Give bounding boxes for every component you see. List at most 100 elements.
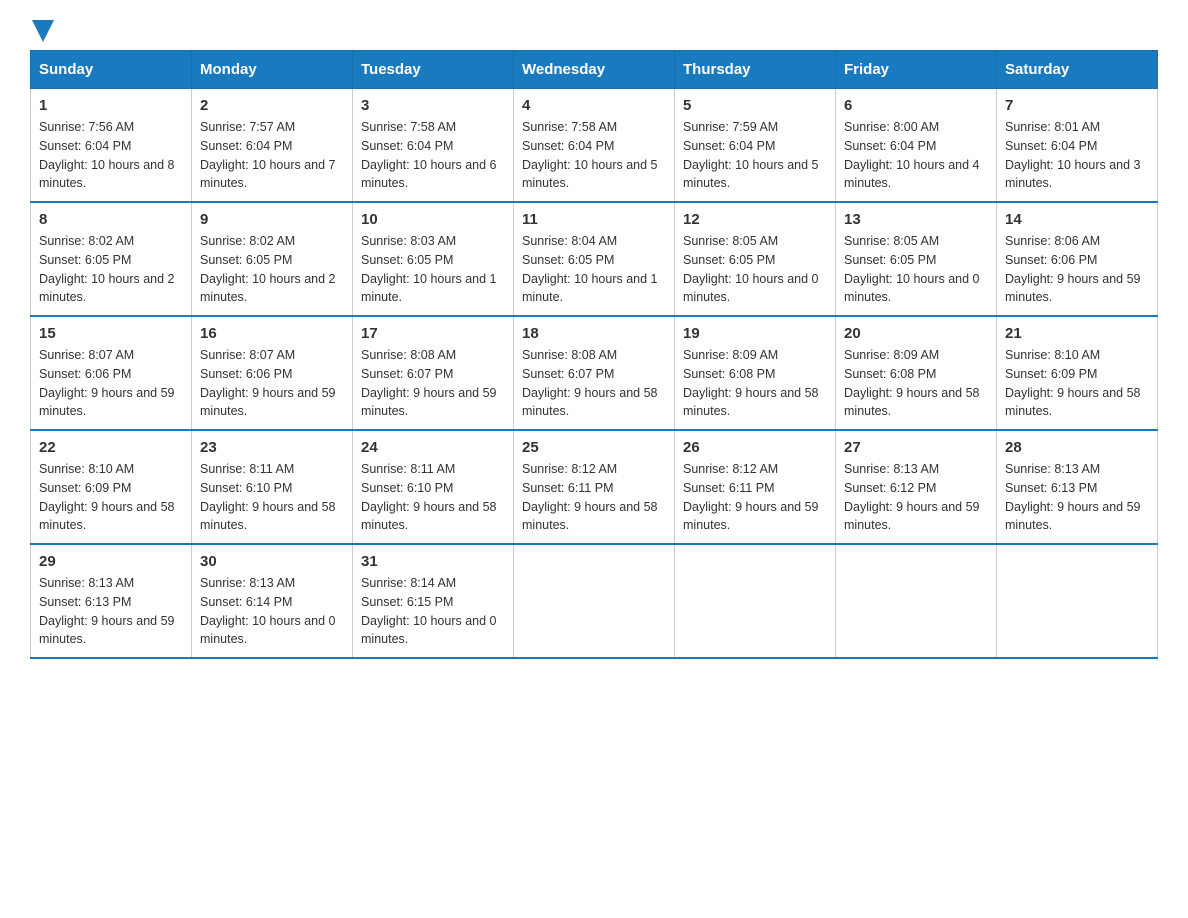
weekday-header-row: SundayMondayTuesdayWednesdayThursdayFrid… <box>31 51 1158 89</box>
day-info: Sunrise: 7:58 AMSunset: 6:04 PMDaylight:… <box>522 120 658 190</box>
day-info: Sunrise: 8:06 AMSunset: 6:06 PMDaylight:… <box>1005 234 1141 304</box>
day-info: Sunrise: 7:58 AMSunset: 6:04 PMDaylight:… <box>361 120 497 190</box>
weekday-header-friday: Friday <box>836 51 997 89</box>
day-number: 13 <box>844 211 988 228</box>
calendar-cell: 5 Sunrise: 7:59 AMSunset: 6:04 PMDayligh… <box>675 89 836 203</box>
calendar-cell: 26 Sunrise: 8:12 AMSunset: 6:11 PMDaylig… <box>675 430 836 544</box>
weekday-header-wednesday: Wednesday <box>514 51 675 89</box>
day-number: 10 <box>361 211 505 228</box>
calendar-cell: 3 Sunrise: 7:58 AMSunset: 6:04 PMDayligh… <box>353 89 514 203</box>
calendar-cell <box>836 544 997 658</box>
calendar-cell: 13 Sunrise: 8:05 AMSunset: 6:05 PMDaylig… <box>836 202 997 316</box>
calendar-cell: 22 Sunrise: 8:10 AMSunset: 6:09 PMDaylig… <box>31 430 192 544</box>
day-number: 8 <box>39 211 183 228</box>
day-info: Sunrise: 8:12 AMSunset: 6:11 PMDaylight:… <box>683 462 819 532</box>
calendar-cell: 11 Sunrise: 8:04 AMSunset: 6:05 PMDaylig… <box>514 202 675 316</box>
week-row-4: 22 Sunrise: 8:10 AMSunset: 6:09 PMDaylig… <box>31 430 1158 544</box>
calendar-cell: 2 Sunrise: 7:57 AMSunset: 6:04 PMDayligh… <box>192 89 353 203</box>
day-number: 28 <box>1005 439 1149 456</box>
day-number: 16 <box>200 325 344 342</box>
day-number: 4 <box>522 97 666 114</box>
calendar-cell: 24 Sunrise: 8:11 AMSunset: 6:10 PMDaylig… <box>353 430 514 544</box>
day-info: Sunrise: 8:10 AMSunset: 6:09 PMDaylight:… <box>39 462 175 532</box>
calendar-cell: 20 Sunrise: 8:09 AMSunset: 6:08 PMDaylig… <box>836 316 997 430</box>
calendar-cell: 27 Sunrise: 8:13 AMSunset: 6:12 PMDaylig… <box>836 430 997 544</box>
day-info: Sunrise: 8:13 AMSunset: 6:13 PMDaylight:… <box>39 576 175 646</box>
day-info: Sunrise: 8:09 AMSunset: 6:08 PMDaylight:… <box>683 348 819 418</box>
calendar-cell: 28 Sunrise: 8:13 AMSunset: 6:13 PMDaylig… <box>997 430 1158 544</box>
page-header <box>30 20 1158 40</box>
day-info: Sunrise: 8:10 AMSunset: 6:09 PMDaylight:… <box>1005 348 1141 418</box>
day-number: 25 <box>522 439 666 456</box>
day-number: 3 <box>361 97 505 114</box>
day-info: Sunrise: 8:11 AMSunset: 6:10 PMDaylight:… <box>361 462 497 532</box>
calendar-cell: 4 Sunrise: 7:58 AMSunset: 6:04 PMDayligh… <box>514 89 675 203</box>
day-number: 7 <box>1005 97 1149 114</box>
calendar-cell: 21 Sunrise: 8:10 AMSunset: 6:09 PMDaylig… <box>997 316 1158 430</box>
weekday-header-tuesday: Tuesday <box>353 51 514 89</box>
day-info: Sunrise: 7:57 AMSunset: 6:04 PMDaylight:… <box>200 120 336 190</box>
day-info: Sunrise: 8:03 AMSunset: 6:05 PMDaylight:… <box>361 234 497 304</box>
calendar-cell: 16 Sunrise: 8:07 AMSunset: 6:06 PMDaylig… <box>192 316 353 430</box>
weekday-header-thursday: Thursday <box>675 51 836 89</box>
day-info: Sunrise: 8:08 AMSunset: 6:07 PMDaylight:… <box>522 348 658 418</box>
day-number: 30 <box>200 553 344 570</box>
day-number: 11 <box>522 211 666 228</box>
calendar-cell: 10 Sunrise: 8:03 AMSunset: 6:05 PMDaylig… <box>353 202 514 316</box>
day-number: 5 <box>683 97 827 114</box>
calendar-cell: 9 Sunrise: 8:02 AMSunset: 6:05 PMDayligh… <box>192 202 353 316</box>
day-number: 22 <box>39 439 183 456</box>
day-number: 2 <box>200 97 344 114</box>
day-info: Sunrise: 8:09 AMSunset: 6:08 PMDaylight:… <box>844 348 980 418</box>
weekday-header-sunday: Sunday <box>31 51 192 89</box>
weekday-header-saturday: Saturday <box>997 51 1158 89</box>
day-number: 6 <box>844 97 988 114</box>
day-info: Sunrise: 7:56 AMSunset: 6:04 PMDaylight:… <box>39 120 175 190</box>
day-number: 23 <box>200 439 344 456</box>
day-info: Sunrise: 8:07 AMSunset: 6:06 PMDaylight:… <box>39 348 175 418</box>
week-row-3: 15 Sunrise: 8:07 AMSunset: 6:06 PMDaylig… <box>31 316 1158 430</box>
calendar-cell: 6 Sunrise: 8:00 AMSunset: 6:04 PMDayligh… <box>836 89 997 203</box>
day-number: 15 <box>39 325 183 342</box>
calendar-cell: 31 Sunrise: 8:14 AMSunset: 6:15 PMDaylig… <box>353 544 514 658</box>
day-info: Sunrise: 8:02 AMSunset: 6:05 PMDaylight:… <box>39 234 175 304</box>
week-row-5: 29 Sunrise: 8:13 AMSunset: 6:13 PMDaylig… <box>31 544 1158 658</box>
calendar-cell: 15 Sunrise: 8:07 AMSunset: 6:06 PMDaylig… <box>31 316 192 430</box>
day-number: 31 <box>361 553 505 570</box>
calendar-cell: 14 Sunrise: 8:06 AMSunset: 6:06 PMDaylig… <box>997 202 1158 316</box>
calendar-cell <box>997 544 1158 658</box>
calendar-cell: 8 Sunrise: 8:02 AMSunset: 6:05 PMDayligh… <box>31 202 192 316</box>
calendar-cell <box>675 544 836 658</box>
day-info: Sunrise: 8:05 AMSunset: 6:05 PMDaylight:… <box>683 234 819 304</box>
day-number: 1 <box>39 97 183 114</box>
day-info: Sunrise: 8:11 AMSunset: 6:10 PMDaylight:… <box>200 462 336 532</box>
weekday-header-monday: Monday <box>192 51 353 89</box>
calendar-cell: 1 Sunrise: 7:56 AMSunset: 6:04 PMDayligh… <box>31 89 192 203</box>
week-row-1: 1 Sunrise: 7:56 AMSunset: 6:04 PMDayligh… <box>31 89 1158 203</box>
day-info: Sunrise: 8:05 AMSunset: 6:05 PMDaylight:… <box>844 234 980 304</box>
calendar-cell: 18 Sunrise: 8:08 AMSunset: 6:07 PMDaylig… <box>514 316 675 430</box>
calendar-cell: 17 Sunrise: 8:08 AMSunset: 6:07 PMDaylig… <box>353 316 514 430</box>
week-row-2: 8 Sunrise: 8:02 AMSunset: 6:05 PMDayligh… <box>31 202 1158 316</box>
calendar-table: SundayMondayTuesdayWednesdayThursdayFrid… <box>30 50 1158 659</box>
day-info: Sunrise: 8:14 AMSunset: 6:15 PMDaylight:… <box>361 576 497 646</box>
day-info: Sunrise: 8:07 AMSunset: 6:06 PMDaylight:… <box>200 348 336 418</box>
day-info: Sunrise: 8:13 AMSunset: 6:12 PMDaylight:… <box>844 462 980 532</box>
day-number: 17 <box>361 325 505 342</box>
calendar-cell: 29 Sunrise: 8:13 AMSunset: 6:13 PMDaylig… <box>31 544 192 658</box>
calendar-cell: 7 Sunrise: 8:01 AMSunset: 6:04 PMDayligh… <box>997 89 1158 203</box>
logo-triangle-icon <box>32 20 54 42</box>
day-number: 18 <box>522 325 666 342</box>
day-info: Sunrise: 8:13 AMSunset: 6:14 PMDaylight:… <box>200 576 336 646</box>
day-number: 26 <box>683 439 827 456</box>
day-number: 14 <box>1005 211 1149 228</box>
day-number: 27 <box>844 439 988 456</box>
calendar-cell: 12 Sunrise: 8:05 AMSunset: 6:05 PMDaylig… <box>675 202 836 316</box>
calendar-cell: 19 Sunrise: 8:09 AMSunset: 6:08 PMDaylig… <box>675 316 836 430</box>
calendar-cell: 25 Sunrise: 8:12 AMSunset: 6:11 PMDaylig… <box>514 430 675 544</box>
day-info: Sunrise: 8:12 AMSunset: 6:11 PMDaylight:… <box>522 462 658 532</box>
day-info: Sunrise: 7:59 AMSunset: 6:04 PMDaylight:… <box>683 120 819 190</box>
day-number: 12 <box>683 211 827 228</box>
day-number: 29 <box>39 553 183 570</box>
calendar-cell <box>514 544 675 658</box>
